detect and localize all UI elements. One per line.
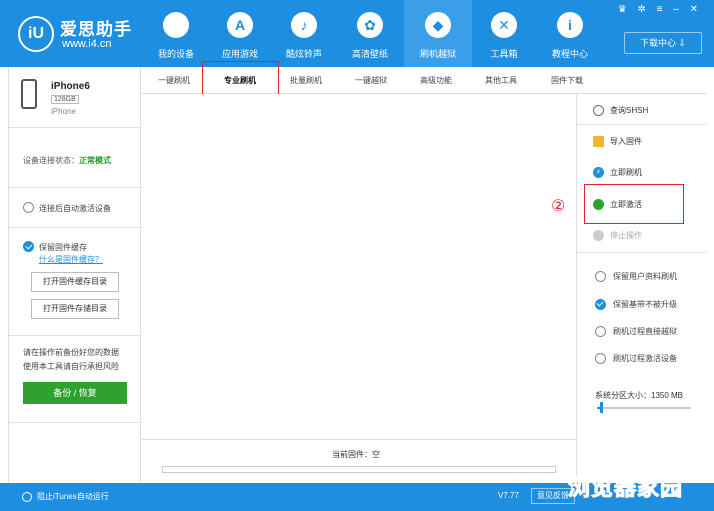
option-radio[interactable]	[595, 299, 606, 311]
app-header: iU 爱思助手 www.i4.cn 我的设备 A 应用游戏 ♪ 酷炫铃声 ✿ 高…	[0, 0, 714, 67]
block-itunes-toggle[interactable]: 阻止iTunes自动运行	[22, 491, 109, 502]
highlight-box-activate	[584, 184, 684, 224]
divider	[9, 227, 142, 228]
device-capacity: 128GB	[51, 95, 79, 104]
app-version: V7.77	[498, 491, 519, 500]
nav-label: 高清壁纸	[351, 49, 388, 59]
nav-label: 教程中心	[551, 49, 588, 59]
divider	[577, 252, 707, 253]
divider	[9, 127, 142, 128]
stop-button[interactable]: 停止操作	[593, 230, 642, 241]
app-url: www.i4.cn	[62, 38, 112, 50]
action-label: 停止操作	[610, 231, 642, 240]
info-icon: i	[557, 12, 583, 38]
tab-jailbreak[interactable]: 一键越狱	[338, 67, 404, 94]
nav-toolbox[interactable]: ✕ 工具箱	[470, 0, 538, 67]
nav-label: 工具箱	[490, 49, 518, 59]
action-label: 查询SHSH	[610, 106, 649, 115]
nav-label: 应用游戏	[221, 49, 258, 59]
main-content: 当前固件：空	[142, 94, 576, 483]
block-itunes-radio[interactable]	[22, 491, 32, 502]
option-label: 刷机过程激活设备	[613, 354, 677, 363]
connection-label: 设备连接状态：	[23, 156, 79, 165]
device-card: iPhone6 128GB iPhone	[9, 67, 142, 127]
auto-activate-label: 连接后自动激活设备	[39, 204, 111, 213]
option-jailbreak-during-flash[interactable]: 刷机过程直接越狱	[595, 326, 677, 338]
annotation-two: ②	[551, 198, 566, 215]
open-cache-dir-button[interactable]: 打开固件缓存目录	[31, 272, 119, 292]
left-sidebar: iPhone6 128GB iPhone 设备连接状态：正常模式 连接后自动激活…	[8, 67, 142, 483]
action-label: 立即刷机	[610, 168, 642, 177]
flash-icon: ⚡	[593, 167, 604, 178]
import-firmware-button[interactable]: 导入固件	[593, 136, 642, 147]
current-firmware-label: 当前固件：空	[332, 450, 380, 459]
partition-size-slider[interactable]	[597, 402, 691, 413]
slider-handle[interactable]	[599, 402, 603, 413]
backup-restore-button[interactable]: 备份 / 恢复	[23, 382, 127, 404]
what-is-cache-link[interactable]: 什么是固件缓存？	[39, 254, 103, 265]
nav-label: 我的设备	[157, 49, 194, 59]
warning-line-1: 请在操作前备份好您的数据	[23, 348, 119, 357]
bell-icon: ♪	[291, 12, 317, 38]
divider	[9, 187, 142, 188]
open-storage-dir-button[interactable]: 打开固件存储目录	[31, 299, 119, 319]
firmware-bar: 当前固件：空	[142, 439, 576, 483]
nav-apps[interactable]: A 应用游戏	[206, 0, 274, 67]
tab-one-click-flash[interactable]: 一键刷机	[142, 67, 206, 94]
option-activate-during-flash[interactable]: 刷机过程激活设备	[595, 353, 677, 365]
option-radio[interactable]	[595, 271, 606, 283]
divider	[9, 422, 142, 423]
folder-import-icon	[593, 136, 604, 147]
apple-icon	[163, 12, 189, 38]
warning-line-2: 使用本工具请自行承担风险	[23, 362, 119, 371]
connection-status: 设备连接状态：正常模式	[23, 155, 111, 166]
nav-label: 酷炫铃声	[285, 49, 322, 59]
search-user-icon	[593, 105, 604, 116]
option-label: 保留基带不被升级	[613, 300, 677, 309]
keep-firmware-checkbox[interactable]	[23, 241, 34, 252]
app-logo: iU 爱思助手 www.i4.cn	[18, 14, 138, 54]
option-keep-user-data[interactable]: 保留用户资料刷机	[595, 271, 677, 283]
device-model: iPhone6	[51, 81, 90, 92]
wallpaper-icon: ✿	[357, 12, 383, 38]
logo-badge: iU	[18, 16, 54, 52]
partition-size-label: 系统分区大小：1350 MB	[595, 391, 684, 400]
option-keep-baseband[interactable]: 保留基带不被升级	[595, 299, 677, 311]
option-radio[interactable]	[595, 326, 606, 338]
connection-status-value: 正常模式	[79, 156, 111, 165]
option-radio[interactable]	[595, 353, 606, 365]
nav-flash-jailbreak[interactable]: ◆ 刷机越狱	[404, 0, 472, 67]
keep-firmware-label: 保留固件缓存	[39, 243, 87, 252]
action-label: 导入固件	[610, 137, 642, 146]
tools-icon: ✕	[491, 12, 517, 38]
firmware-progress	[162, 466, 556, 473]
window-controls[interactable]: ♛ ✲ ≡ – ✕	[618, 4, 702, 15]
nav-my-device[interactable]: 我的设备	[142, 0, 210, 67]
download-center-button[interactable]: 下载中心 ⇩	[624, 32, 702, 54]
phone-icon	[21, 79, 37, 109]
stop-icon	[593, 230, 604, 241]
device-type: iPhone	[51, 107, 76, 116]
tab-batch-flash[interactable]: 批量刷机	[274, 67, 338, 94]
app-store-icon: A	[227, 12, 253, 38]
nav-tutorials[interactable]: i 教程中心	[536, 0, 604, 67]
nav-wallpapers[interactable]: ✿ 高清壁纸	[336, 0, 404, 67]
app-name: 爱思助手	[60, 20, 132, 39]
nav-ringtones[interactable]: ♪ 酷炫铃声	[270, 0, 338, 67]
watermark: 浏览器家园	[567, 475, 684, 501]
option-label: 保留用户资料刷机	[613, 272, 677, 281]
dropbox-icon: ◆	[425, 12, 451, 38]
tab-other-tools[interactable]: 其他工具	[468, 67, 534, 94]
auto-activate-radio[interactable]	[23, 202, 34, 213]
right-panel: 查询SHSH 导入固件 ⚡ 立即刷机 立即激活 停止操作 保留用户资料刷机 保留基…	[576, 94, 707, 483]
option-label: 刷机过程直接越狱	[613, 327, 677, 336]
nav-label: 刷机越狱	[419, 49, 456, 59]
query-shsh-button[interactable]: 查询SHSH	[593, 105, 648, 116]
divider	[577, 124, 707, 125]
block-itunes-label: 阻止iTunes自动运行	[37, 492, 109, 501]
divider	[9, 335, 142, 336]
tab-advanced[interactable]: 高级功能	[404, 67, 468, 94]
tab-firmware-download[interactable]: 固件下载	[534, 67, 600, 94]
flash-now-button[interactable]: ⚡ 立即刷机	[593, 167, 642, 178]
